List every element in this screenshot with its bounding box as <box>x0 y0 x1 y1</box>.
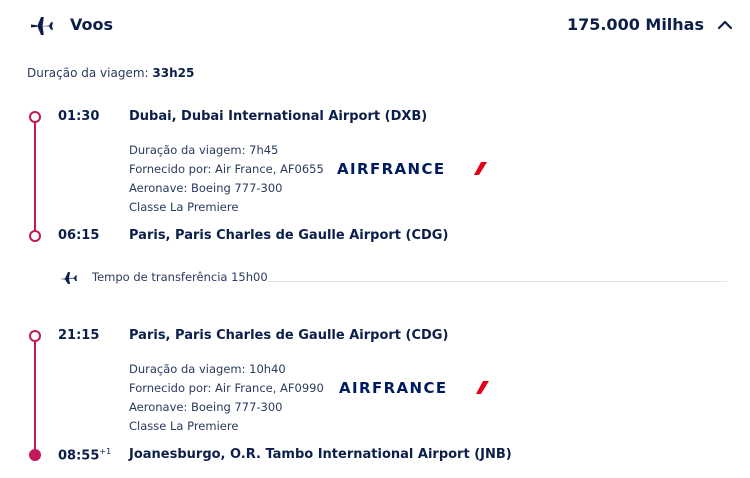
segment-2-arrive-time: 08:55+1 <box>58 447 111 463</box>
timeline-line-segment-2 <box>34 336 36 455</box>
trip-duration: Duração da viagem: 33h25 <box>27 66 194 80</box>
airplane-icon <box>31 17 53 35</box>
segment-2-duration: Duração da viagem: 10h40 <box>129 362 286 376</box>
trip-duration-value: 33h25 <box>152 66 195 80</box>
transfer-plane-icon <box>60 272 77 284</box>
airfrance-logo: AIRFRANCE <box>337 159 487 178</box>
airfrance-stripe-icon <box>476 381 489 394</box>
timeline-dot-arrival-1 <box>29 230 41 242</box>
divider <box>268 281 727 282</box>
segment-2-cabin: Classe La Premiere <box>129 419 239 433</box>
segment-2-details: Duração da viagem: 10h40 Fornecido por: … <box>129 360 324 436</box>
segment-1-duration: Duração da viagem: 7h45 <box>129 143 279 157</box>
day-offset-badge: +1 <box>99 447 112 456</box>
segment-2-arrive-time-value: 08:55 <box>58 448 100 464</box>
segment-2-arrive-place: Joanesburgo, O.R. Tambo International Ai… <box>129 447 512 462</box>
airfrance-logo-text: AIRFRANCE <box>337 160 446 178</box>
segment-1-depart-time: 01:30 <box>58 109 100 124</box>
miles-total: 175.000 Milhas <box>566 15 704 34</box>
transfer-time: Tempo de transferência 15h00 <box>92 270 268 284</box>
segment-1-arrive-place: Paris, Paris Charles de Gaulle Airport (… <box>129 228 449 243</box>
segment-1-operated-by: Fornecido por: Air France, AF0655 <box>129 162 324 176</box>
segment-2-operated-by: Fornecido por: Air France, AF0990 <box>129 381 324 395</box>
timeline-dot-arrival-2 <box>29 449 41 461</box>
trip-duration-label: Duração da viagem: <box>27 66 153 80</box>
segment-1-depart-place: Dubai, Dubai International Airport (DXB) <box>129 109 428 124</box>
timeline-dot-departure-2 <box>29 330 41 342</box>
timeline-line-segment-1 <box>34 117 36 236</box>
segment-2-aircraft: Aeronave: Boeing 777-300 <box>129 400 283 414</box>
segment-2-depart-place: Paris, Paris Charles de Gaulle Airport (… <box>129 328 449 343</box>
chevron-up-icon[interactable] <box>714 14 736 36</box>
section-title: Voos <box>70 15 114 34</box>
segment-1-arrive-time: 06:15 <box>58 228 100 243</box>
airfrance-logo: AIRFRANCE <box>339 378 489 397</box>
segment-1-cabin: Classe La Premiere <box>129 200 239 214</box>
segment-1-details: Duração da viagem: 7h45 Fornecido por: A… <box>129 141 324 217</box>
airfrance-logo-text: AIRFRANCE <box>339 379 448 397</box>
segment-1-aircraft: Aeronave: Boeing 777-300 <box>129 181 283 195</box>
segment-2-depart-time: 21:15 <box>58 328 100 343</box>
timeline-dot-departure-1 <box>29 111 41 123</box>
airfrance-stripe-icon <box>474 162 487 175</box>
